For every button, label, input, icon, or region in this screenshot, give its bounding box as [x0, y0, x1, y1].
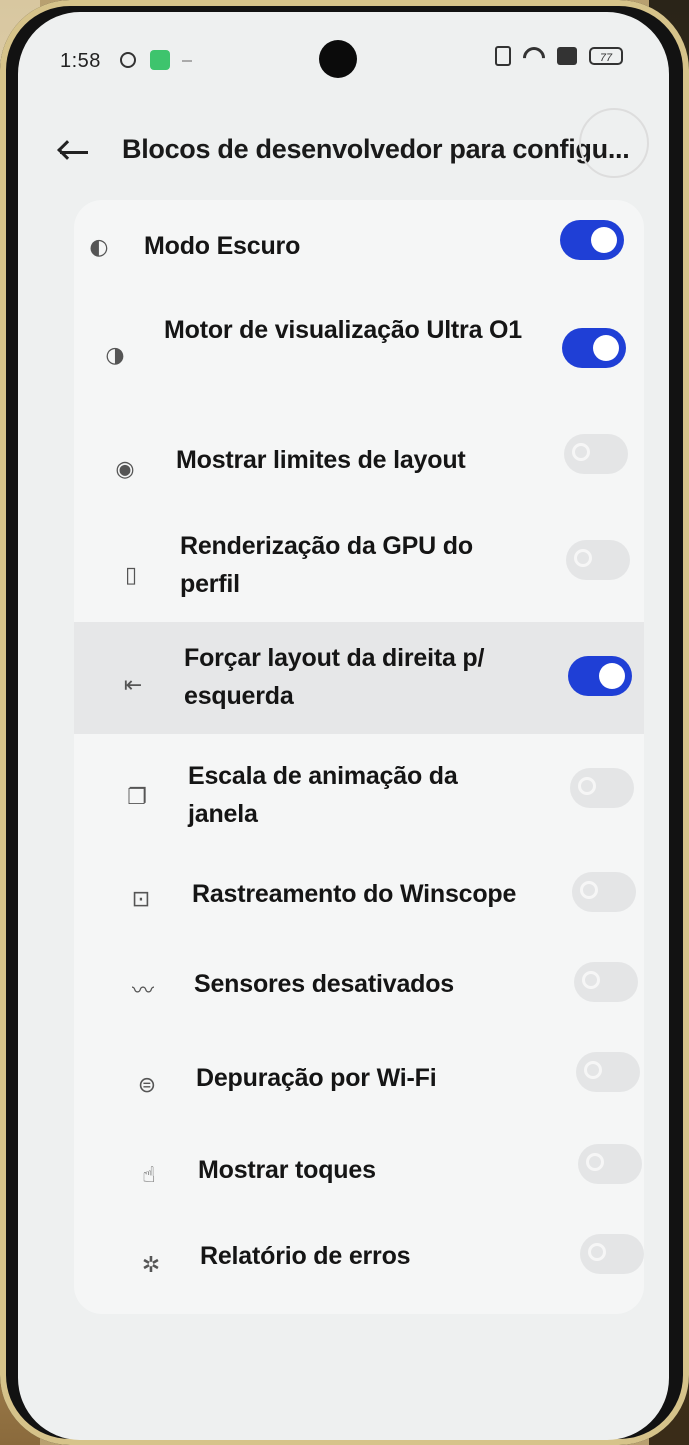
- page-title: Blocos de desenvolvedor para configu...: [122, 134, 630, 164]
- tile-row-layout-bounds[interactable]: ◉ Mostrar limites de layout: [74, 420, 644, 512]
- toggle-switch[interactable]: [564, 434, 628, 474]
- tile-label: Rastreamento do Winscope: [192, 880, 517, 908]
- bug-report-icon: ✲: [141, 1252, 161, 1278]
- status-dash-icon: [182, 60, 192, 62]
- sim-icon: [557, 47, 577, 65]
- tile-label: Relatório de erros: [200, 1242, 411, 1270]
- window-animation-icon: ❐: [127, 784, 147, 810]
- toggle-switch[interactable]: [578, 1144, 642, 1184]
- battery-icon: 77: [589, 47, 623, 65]
- touch-icon: ☝: [142, 1162, 156, 1188]
- tile-row-rtl-layout[interactable]: ⇤ Forçar layout da direita p/ esquerda: [74, 622, 644, 734]
- tile-row-wifi-debug[interactable]: ⊜ Depuração por Wi-Fi: [74, 1034, 644, 1126]
- wifi-icon: [523, 47, 545, 65]
- tile-row-gpu-profile[interactable]: ▯ Renderização da GPU do perfil: [74, 512, 644, 622]
- tile-row-touches[interactable]: ☝ Mostrar toques: [74, 1126, 644, 1216]
- toggle-switch[interactable]: [562, 328, 626, 368]
- dark-mode-icon: ◐: [89, 234, 109, 260]
- toggle-switch[interactable]: [580, 1234, 644, 1274]
- tile-label: Modo Escuro: [144, 232, 301, 260]
- toggle-switch[interactable]: [572, 872, 636, 912]
- layout-bounds-icon: ◉: [115, 456, 135, 482]
- tile-label: Escala de animação da janela: [188, 762, 458, 828]
- toggle-switch[interactable]: [576, 1052, 640, 1092]
- status-bar: 1:58 77: [18, 12, 669, 108]
- gpu-profile-icon: ▯: [124, 562, 138, 588]
- display-engine-icon: ◑: [105, 342, 125, 368]
- header: Blocos de desenvolvedor para configu...: [18, 108, 669, 200]
- wifi-debug-icon: ⊜: [137, 1072, 157, 1098]
- app-notification-icon: [150, 50, 170, 70]
- toggle-switch[interactable]: [566, 540, 630, 580]
- touch-indicator: [579, 108, 649, 178]
- tile-label: Depuração por Wi-Fi: [196, 1064, 437, 1092]
- status-time: 1:58: [60, 50, 101, 72]
- winscope-icon: ⊡: [131, 886, 151, 912]
- toggle-switch[interactable]: [560, 220, 624, 260]
- toggle-switch[interactable]: [574, 962, 638, 1002]
- tile-label: Motor de visualização Ultra O1: [164, 316, 522, 344]
- tiles-list: ◐ Modo Escuro ◑ Motor de visualização Ul…: [74, 200, 644, 1314]
- status-right-group: 77: [495, 46, 623, 66]
- tile-row-window-animation[interactable]: ❐ Escala de animação da janela: [74, 734, 644, 850]
- toggle-switch[interactable]: [568, 656, 632, 696]
- back-arrow-icon[interactable]: [56, 138, 92, 166]
- tile-row-winscope[interactable]: ⊡ Rastreamento do Winscope: [74, 850, 644, 942]
- tile-label: Mostrar limites de layout: [176, 446, 466, 474]
- sensors-off-icon: 〰: [131, 979, 154, 1004]
- rtl-layout-icon: ⇤: [123, 672, 143, 698]
- toggle-switch[interactable]: [570, 768, 634, 808]
- nfc-icon: [495, 46, 511, 66]
- tile-label: Sensores desativados: [194, 970, 455, 998]
- nav-bar: [18, 1360, 669, 1440]
- settings-status-icon: [120, 52, 136, 68]
- tile-row-bug-report[interactable]: ✲ Relatório de erros: [74, 1216, 644, 1306]
- screen: 1:58 77 Blocos de desenvolvedor para con…: [18, 12, 669, 1440]
- front-camera: [319, 40, 357, 78]
- tile-label: Renderização da GPU do perfil: [180, 532, 473, 598]
- tile-row-sensors-off[interactable]: 〰 Sensores desativados: [74, 942, 644, 1034]
- tile-row-display-engine[interactable]: ◑ Motor de visualização Ultra O1: [74, 292, 644, 420]
- tile-label: Forçar layout da direita p/ esquerda: [184, 644, 485, 710]
- tile-row-dark-mode[interactable]: ◐ Modo Escuro: [74, 200, 644, 292]
- tile-label: Mostrar toques: [198, 1156, 376, 1184]
